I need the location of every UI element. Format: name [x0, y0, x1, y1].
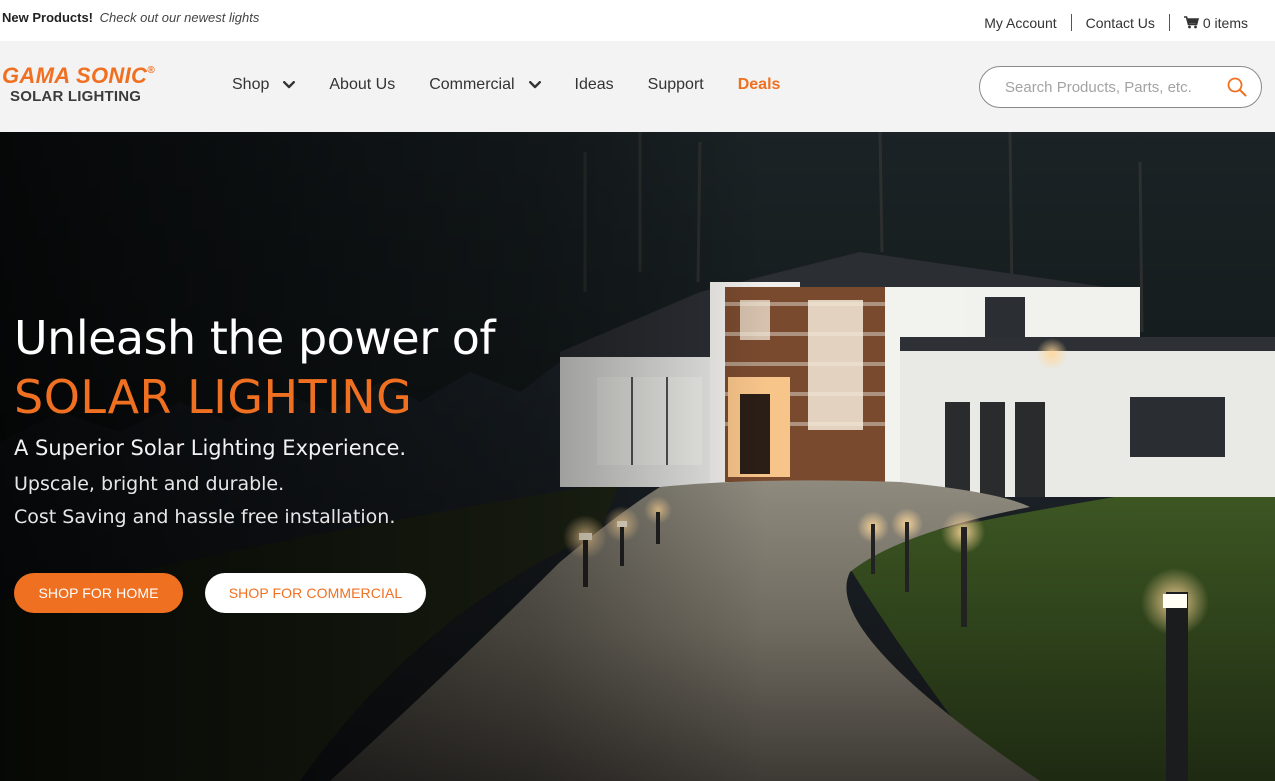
- hero-headline: Unleash the power of: [14, 311, 496, 365]
- hero-text: Unleash the power of SOLAR LIGHTING A Su…: [14, 310, 496, 528]
- logo-wordmark: GAMA SONIC®: [2, 63, 155, 88]
- shopping-cart-icon: [1183, 16, 1199, 29]
- announcement-bold: New Products!: [2, 10, 94, 25]
- my-account-link[interactable]: My Account: [984, 15, 1056, 31]
- shop-for-home-button[interactable]: SHOP FOR HOME: [14, 573, 183, 613]
- nav-deals[interactable]: Deals: [738, 76, 781, 94]
- contact-us-link[interactable]: Contact Us: [1086, 15, 1155, 31]
- divider: [1168, 14, 1170, 31]
- chevron-down-icon[interactable]: [528, 81, 541, 89]
- nav-shop-label: Shop: [232, 76, 270, 93]
- main-header: GAMA SONIC® SOLAR LIGHTING Shop About Us…: [0, 41, 1275, 132]
- search-input[interactable]: [1005, 78, 1215, 96]
- search-box: [979, 66, 1262, 108]
- shop-for-commercial-button[interactable]: SHOP FOR COMMERCIAL: [205, 573, 426, 613]
- nav-support-label: Support: [647, 76, 704, 93]
- chevron-down-icon[interactable]: [283, 81, 296, 89]
- nav-commercial[interactable]: Commercial: [429, 76, 541, 94]
- nav-support[interactable]: Support: [648, 76, 704, 94]
- cart-count: 0 items: [1202, 14, 1248, 31]
- nav-ideas[interactable]: Ideas: [575, 76, 614, 94]
- announcement[interactable]: New Products! Check out our newest light…: [2, 10, 259, 25]
- nav-commercial-label: Commercial: [429, 76, 515, 93]
- search-icon[interactable]: [1227, 77, 1247, 97]
- hero-subheading: A Superior Solar Lighting Experience.: [14, 436, 407, 460]
- cart-link[interactable]: 0 items: [1183, 14, 1248, 31]
- announcement-bar: New Products! Check out our newest light…: [0, 0, 1275, 41]
- hero-headline-accent: SOLAR LIGHTING: [14, 370, 413, 424]
- nav-shop[interactable]: Shop: [232, 76, 296, 94]
- nav-about-us-label: About Us: [329, 76, 396, 93]
- nav-about-us[interactable]: About Us: [329, 76, 395, 94]
- hero-banner: Unleash the power of SOLAR LIGHTING A Su…: [0, 132, 1275, 781]
- hero-tagline-1: Upscale, bright and durable.: [14, 473, 285, 495]
- divider: [1070, 14, 1072, 31]
- utility-nav: My Account Contact Us 0 items: [984, 14, 1248, 31]
- logo-subtitle: SOLAR LIGHTING: [10, 88, 142, 105]
- nav-ideas-label: Ideas: [574, 76, 614, 93]
- logo[interactable]: GAMA SONIC® SOLAR LIGHTING: [2, 63, 182, 111]
- main-nav: Shop About Us Commercial Ideas Support D…: [232, 76, 780, 94]
- hero-tagline-2: Cost Saving and hassle free installation…: [14, 506, 396, 528]
- nav-deals-label: Deals: [737, 76, 781, 93]
- announcement-link[interactable]: Check out our newest lights: [100, 10, 260, 25]
